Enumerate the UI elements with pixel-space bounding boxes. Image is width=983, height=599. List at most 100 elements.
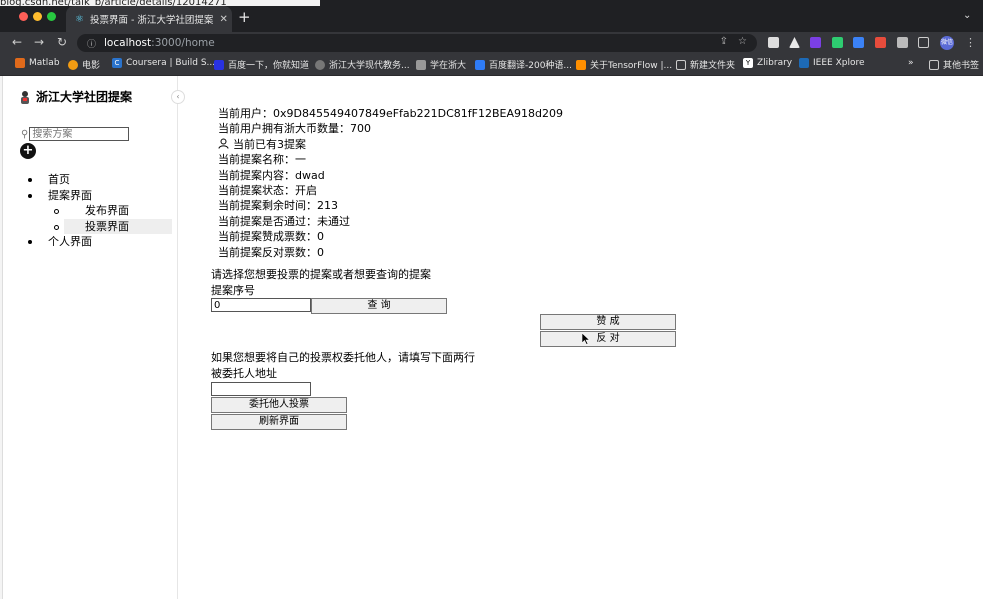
search-input[interactable] [29,127,130,141]
query-section-label: 请选择您想要投票的提案或者想要查询的提案 提案序号 [211,267,431,298]
matlab-icon [15,58,25,68]
bullet-icon [54,224,59,230]
query-row: 查 询 [211,298,447,314]
brand[interactable]: 浙江大学社团提案 [19,88,132,105]
tensorflow-icon [576,59,586,70]
browser-tab-bar: blog.csdn.net/talk_b/article/details/120… [0,0,983,32]
bookmark-item[interactable]: 浙江大学现代教务... [315,58,410,71]
user-icon [218,138,229,149]
proposal-id-input[interactable] [211,298,311,312]
bookmark-star-icon[interactable]: ☆ [738,36,747,47]
side-panel-icon[interactable] [918,37,929,48]
ieee-icon [799,58,809,68]
movie-icon [68,59,78,70]
bookmark-item[interactable]: 关于TensorFlow |... [576,58,672,71]
delegate-address-label: 被委托人地址 [211,366,277,380]
reload-icon[interactable]: ↻ [57,35,67,49]
refresh-button[interactable]: 刷新界面 [211,414,347,430]
logo-icon [21,90,29,104]
browser-toolbar: ← → ↻ ⓘ localhost:3000/home ⇪ ☆ 微信 ⋮ [0,32,983,54]
bullet-icon [28,240,32,244]
coursera-icon: C [112,58,122,68]
nav-item-publish[interactable]: 发布界面 [3,203,178,219]
profile-avatar[interactable]: 微信 [940,36,954,50]
extension-shield-icon[interactable] [832,37,843,48]
forward-icon[interactable]: → [34,35,44,49]
bookmark-item[interactable]: 学在浙大 [416,58,466,71]
nav-item-vote[interactable]: 投票界面 [54,218,172,234]
proposal-count: 当前已有3提案 [233,137,306,151]
extension-mountain-icon[interactable] [789,37,800,48]
nav-item-proposals[interactable]: 提案界面 [3,188,178,204]
query-button[interactable]: 查 询 [311,298,447,314]
bookmark-item[interactable]: 百度翻译-200种语... [475,58,572,71]
bookmark-item[interactable]: IEEE Xplore [799,58,865,68]
extension-doc-icon[interactable] [768,37,779,48]
current-user: 当前用户：0x9D845549407849eFfab221DC81fF12BEA… [218,107,563,120]
proposal-yes-votes: 当前提案赞成票数：0 [218,230,324,244]
approve-button[interactable]: 赞 成 [540,314,676,330]
bullet-icon [28,193,32,198]
proposal-status: 当前提案状态：开启 [218,183,317,197]
delegate-prompt: 如果您想要将自己的投票权委托他人，请填写下面两行 [211,351,475,364]
extension-ia-icon[interactable] [810,37,821,48]
bookmark-item[interactable]: C Coursera | Build S... [112,58,215,68]
nav-item-home[interactable]: 首页 [3,172,178,188]
select-prompt: 请选择您想要投票的提案或者想要查询的提案 [211,268,431,281]
proposal-info: 当前用户：0x9D845549407849eFfab221DC81fF12BEA… [218,106,563,260]
oppose-button[interactable]: 反 对 [540,331,676,347]
brand-title: 浙江大学社团提案 [36,90,133,104]
other-bookmarks-folder[interactable]: 其他书签 [929,58,979,71]
browser-tab-active[interactable]: ⚛ 投票界面 - 浙江大学社团提案 ✕ [66,6,232,32]
baidu-icon [214,59,224,70]
token-balance: 当前用户拥有浙大币数量：700 [218,122,371,136]
nav-menu: 首页 提案界面 发布界面 投票界面 个人界面 [3,172,178,250]
extension-cloud-icon[interactable] [853,37,864,48]
delegate-section-label: 如果您想要将自己的投票权委托他人，请填写下面两行 被委托人地址 [211,350,475,381]
bookmark-item[interactable]: 电影 [68,58,100,71]
folder-icon [676,59,686,70]
new-tab-button[interactable]: + [238,8,251,26]
browser-menu-icon[interactable]: ⋮ [965,36,976,49]
delegate-vote-button[interactable]: 委托他人投票 [211,397,347,413]
delegate-address-input[interactable] [211,382,311,396]
zju-icon [416,59,426,70]
proposal-name: 当前提案名称：一 [218,153,306,167]
address-bar[interactable]: ⓘ localhost:3000/home ⇪ ☆ [77,34,757,52]
info-icon[interactable]: ⓘ [87,37,96,50]
bookmarks-overflow-button[interactable]: » [908,58,914,68]
bookmark-folder[interactable]: 新建文件夹 [676,58,735,71]
maximize-window-button[interactable] [47,12,56,21]
tab-search-icon[interactable]: ⌄ [963,10,971,21]
mouse-pointer-icon [582,333,590,345]
main-content: 当前用户：0x9D845549407849eFfab221DC81fF12BEA… [178,76,983,599]
extensions-puzzle-icon[interactable] [897,37,908,48]
bookmarks-bar: Matlab 电影 C Coursera | Build S... 百度一下，你就… [0,54,983,76]
extension-red-icon[interactable] [875,37,886,48]
url-path: :3000/home [151,37,215,49]
search-icon: ⚲ [21,128,29,140]
back-icon[interactable]: ← [12,35,22,49]
sidebar: 浙江大学社团提案 ‹ ⚲ + 首页 提案界面 发布界面 投票界面 个人界面 [3,76,185,599]
tab-title: 投票界面 - 浙江大学社团提案 [89,15,214,26]
url-host: localhost [104,37,152,49]
share-icon[interactable]: ⇪ [720,36,728,47]
proposal-passed: 当前提案是否通过：未通过 [218,214,350,228]
zlibrary-icon: Y [743,58,753,68]
proposal-no-votes: 当前提案反对票数：0 [218,245,324,259]
bullet-icon [54,209,59,214]
proposal-content: 当前提案内容：dwad [218,168,325,182]
proposal-time-left: 当前提案剩余时间：213 [218,199,338,213]
bookmark-item[interactable]: 百度一下，你就知道 [214,58,309,71]
close-window-button[interactable] [19,12,28,21]
bullet-icon [28,178,32,182]
minimize-window-button[interactable] [33,12,42,21]
nav-item-profile[interactable]: 个人界面 [3,234,178,250]
close-tab-icon[interactable]: ✕ [219,14,227,25]
bookmark-item[interactable]: Matlab [15,58,60,68]
translate-icon [475,59,485,70]
bookmark-item[interactable]: Y Zlibrary [743,58,792,68]
search-box: ⚲ [21,127,130,141]
globe-icon [315,59,325,70]
add-proposal-button[interactable]: + [20,143,36,159]
